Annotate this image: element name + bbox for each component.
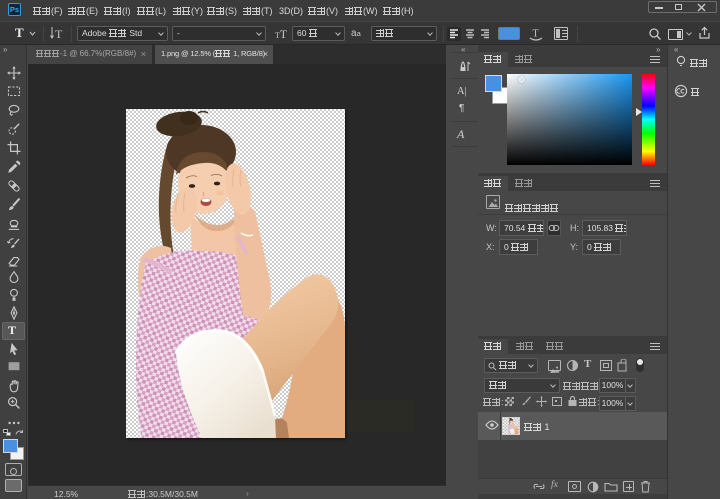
svg-text:T: T <box>55 27 63 41</box>
svg-text:T: T <box>533 29 539 40</box>
